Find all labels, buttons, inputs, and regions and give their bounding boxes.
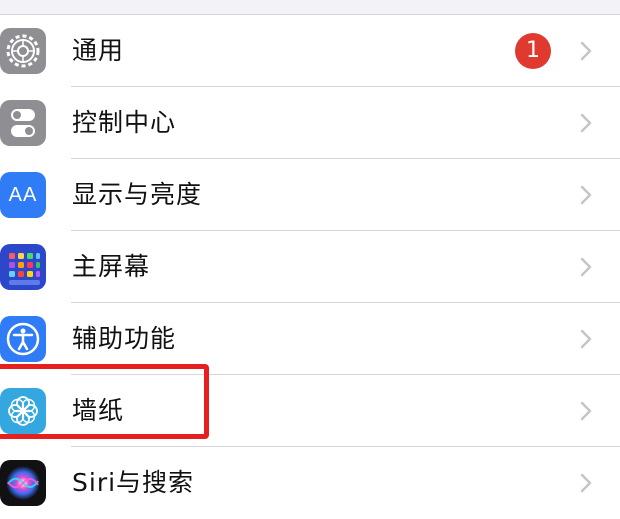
- settings-item-control-center[interactable]: 控制中心: [0, 87, 620, 159]
- settings-item-label: 控制中心: [72, 108, 177, 137]
- toggle-switches-icon: [0, 100, 46, 146]
- accessibility-person-icon: [0, 316, 46, 362]
- chevron-right-icon: [580, 329, 592, 349]
- highlight-annotation-box: [0, 364, 209, 439]
- chevron-right-icon: [580, 185, 592, 205]
- settings-item-display-brightness[interactable]: AA 显示与亮度: [0, 159, 620, 231]
- chevron-right-icon: [580, 113, 592, 133]
- gear-icon: [0, 28, 46, 74]
- chevron-right-icon: [580, 473, 592, 493]
- notification-badge: 1: [515, 33, 551, 69]
- chevron-right-icon: [580, 401, 592, 421]
- aa-glyph: AA: [8, 183, 38, 206]
- settings-item-general[interactable]: 通用 1: [0, 15, 620, 87]
- chevron-right-icon: [580, 257, 592, 277]
- settings-list: 通用 1 控制中心 AA 显示与亮度 主屏幕 辅助功能 墙纸 Siri与搜索: [0, 14, 620, 519]
- app-grid-icon: [0, 244, 46, 290]
- settings-item-label: Siri与搜索: [72, 468, 195, 497]
- settings-item-label: 显示与亮度: [72, 180, 203, 209]
- settings-item-label: 主屏幕: [72, 252, 151, 281]
- settings-item-siri-search[interactable]: Siri与搜索: [0, 447, 620, 519]
- settings-item-home-screen[interactable]: 主屏幕: [0, 231, 620, 303]
- text-size-aa-icon: AA: [0, 172, 46, 218]
- siri-icon: [0, 460, 46, 506]
- chevron-right-icon: [580, 41, 592, 61]
- top-margin: [0, 0, 620, 14]
- settings-item-label: 通用: [72, 36, 125, 65]
